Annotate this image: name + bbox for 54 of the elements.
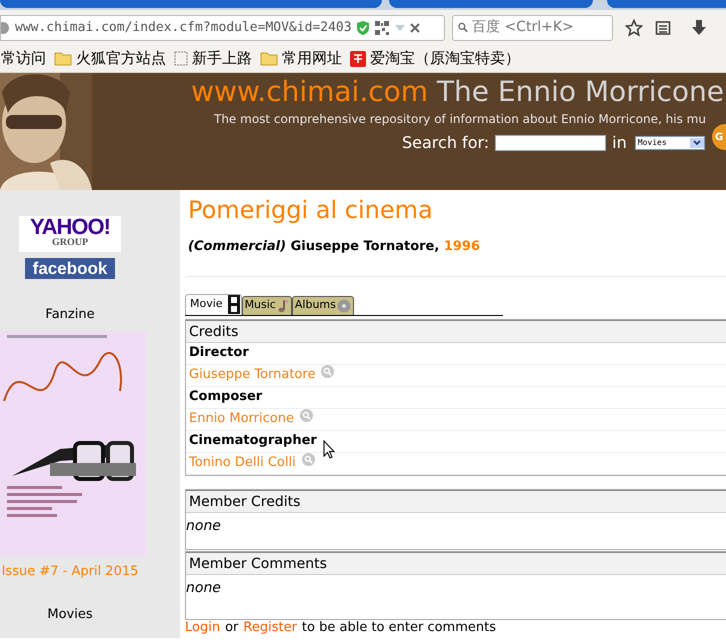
facebook-logo[interactable]: facebook (25, 258, 115, 279)
empty-text: none (186, 518, 221, 534)
download-icon[interactable] (691, 18, 707, 36)
search-icon[interactable] (321, 364, 334, 378)
search-icon[interactable] (302, 452, 315, 466)
role-label: Cinematographer (189, 432, 317, 450)
bookmark-link[interactable]: 爱淘宝（原淘宝特卖） (370, 47, 520, 70)
bookmarks-list-icon[interactable] (655, 20, 671, 36)
bookmark-link[interactable]: 火狐官方站点 (76, 47, 166, 70)
site-tagline: The most comprehensive repository of information about Ennio Morricone, his mu (214, 111, 706, 127)
body-text: to be able to enter comments (302, 620, 496, 634)
search-label: Search for: (402, 132, 490, 154)
search-field[interactable]: 百度 <Ctrl+K> (452, 14, 613, 40)
shield-icon[interactable] (356, 20, 370, 36)
bookmark-link[interactable]: 新手上路 (192, 47, 252, 70)
folder-icon (54, 51, 72, 66)
url-text: www.chimai.com/index.cfm?module=MOV&id=2403 (15, 18, 352, 37)
cursor-icon (323, 440, 335, 459)
shop-icon (350, 50, 366, 66)
globe-icon (1, 20, 11, 34)
role-label: Director (189, 344, 249, 362)
tab[interactable]: Movie (185, 294, 242, 314)
qr-code-icon[interactable] (374, 20, 390, 36)
search-icon (458, 21, 468, 34)
search-input[interactable] (495, 135, 606, 151)
film-icon (228, 295, 240, 314)
music-note-icon (276, 298, 289, 312)
yahoo-logo[interactable]: YAHOO! GROUP (19, 216, 121, 252)
close-icon[interactable] (410, 22, 420, 32)
sidebar-heading: Movies (47, 606, 93, 624)
role-label: Composer (189, 388, 262, 406)
movie-subtitle: (Commercial) Giuseppe Tornatore, (188, 239, 440, 254)
search-icon[interactable] (300, 408, 313, 422)
category-select[interactable]: Movies (634, 136, 705, 150)
disc-icon (336, 298, 351, 312)
tab[interactable]: Music (242, 296, 292, 314)
address-bar[interactable]: www.chimai.com/index.cfm?module=MOV&id=2403 (0, 14, 445, 40)
body-text: or (225, 620, 238, 634)
page-title: Pomeriggi al cinema (188, 195, 434, 225)
section-heading: Member Comments (186, 552, 726, 574)
bookmark-star-icon[interactable] (625, 18, 643, 36)
tab[interactable]: Albums (292, 296, 354, 314)
folder-icon (260, 51, 278, 66)
dropdown-icon[interactable] (690, 138, 704, 148)
section-heading: Member Credits (186, 490, 726, 512)
site-title: www.chimai.com The Ennio Morricone (191, 74, 724, 110)
bookmark-link[interactable]: 常用网址 (282, 47, 342, 70)
in-label: in (612, 132, 627, 154)
sidebar-heading: Fanzine (45, 306, 95, 324)
page-icon (174, 51, 188, 66)
browser-tab[interactable] (606, 0, 726, 8)
section-heading: Credits (186, 320, 726, 342)
bookmark-link[interactable]: 常访问 (1, 47, 46, 70)
empty-text: none (186, 580, 221, 596)
